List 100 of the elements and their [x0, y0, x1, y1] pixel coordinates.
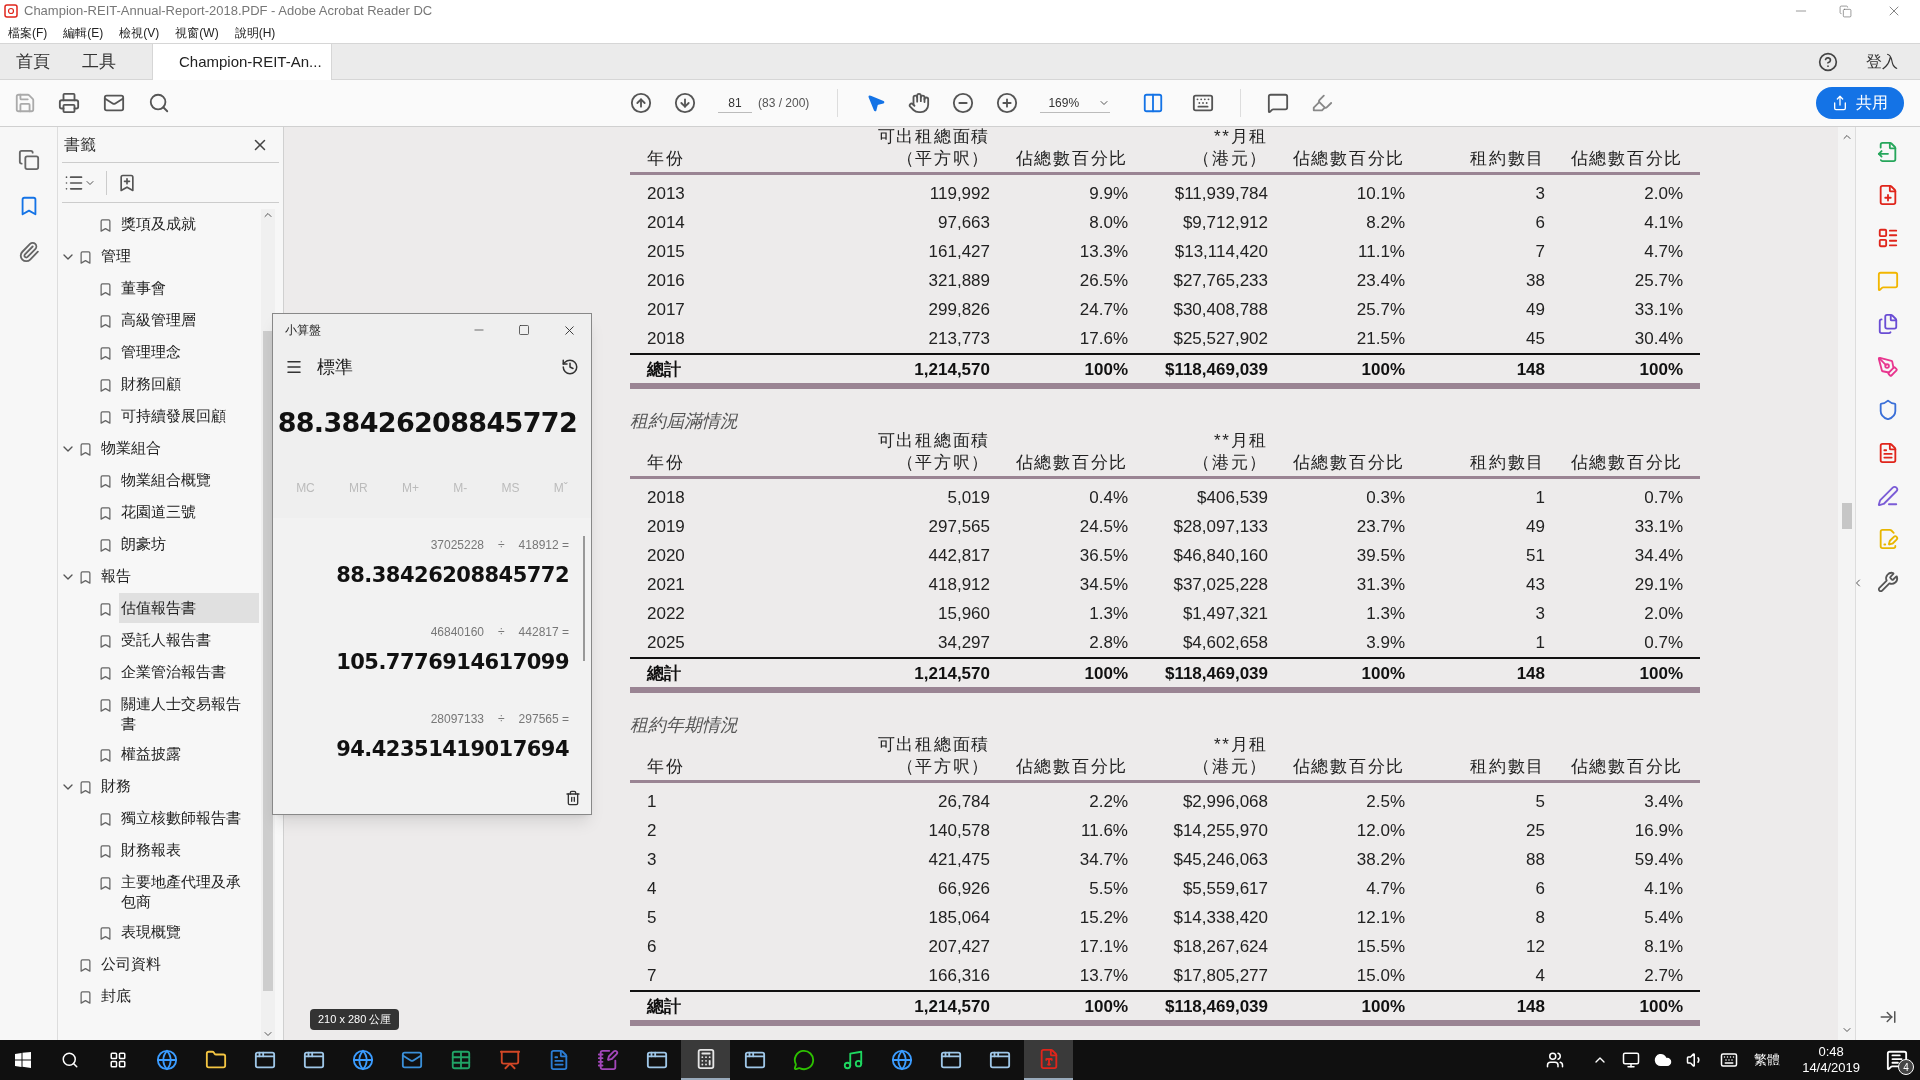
table-cell: 442,817 [928, 547, 990, 564]
bookmark-item[interactable]: 管理理念 [119, 337, 259, 367]
organize-pages-icon[interactable] [1877, 227, 1899, 249]
combine-files-icon[interactable] [1877, 313, 1899, 335]
page-number-field[interactable]: 81 [718, 93, 752, 113]
export-file-icon[interactable] [1877, 141, 1899, 163]
shield-icon[interactable] [1877, 399, 1899, 421]
pages-icon[interactable] [17, 149, 40, 171]
people-icon[interactable] [1546, 1051, 1565, 1069]
history-entry[interactable]: 37025228 ÷ 418912 = 88.38426208845772 [273, 536, 569, 623]
history-entry[interactable]: 28097133 ÷ 297565 = 94.42351419017694 [273, 710, 569, 797]
pdf-file-icon[interactable] [1877, 442, 1899, 464]
paperclip-icon[interactable] [17, 241, 40, 263]
bookmark-item[interactable]: 董事會 [119, 273, 259, 303]
bookmark-item[interactable]: 關連人士交易報告書 [119, 689, 259, 739]
nav-tab[interactable]: 首頁 [0, 44, 66, 79]
table-cell: 12.0% [1356, 822, 1405, 839]
create-file-icon[interactable] [1877, 184, 1899, 206]
bookmark-item[interactable]: 獨立核數師報告書 [119, 803, 259, 833]
maximize-icon[interactable] [518, 324, 530, 336]
menu-item[interactable]: 視窗(W) [175, 23, 219, 42]
bookmark-item[interactable]: 權益披露 [119, 739, 259, 769]
notification-icon[interactable] [1886, 1049, 1908, 1071]
app-logo-icon [4, 4, 18, 18]
mail-icon[interactable] [102, 92, 126, 114]
column-header: 佔總數百分比 [1292, 454, 1405, 471]
bookmark-item[interactable]: 管理 [99, 241, 239, 271]
pointer-icon[interactable] [866, 93, 887, 113]
table-cell: 4 [647, 880, 657, 897]
column-header: 佔總數百分比 [1015, 454, 1128, 471]
bookmark-item[interactable]: 企業管治報告書 [119, 657, 259, 687]
sign-icon[interactable] [1877, 485, 1899, 507]
task-view-icon[interactable] [109, 1051, 127, 1069]
bookmark-icon [98, 600, 113, 618]
scrollbar-thumb[interactable] [263, 331, 273, 991]
total-cell: $118,469,039 [1164, 997, 1268, 1015]
bookmark-item[interactable]: 受託人報告書 [119, 625, 259, 655]
history-entry[interactable]: 46840160 ÷ 442817 = 105.7776914617099 [273, 623, 569, 710]
printer-icon[interactable] [58, 92, 80, 114]
windows-logo-icon[interactable] [15, 1052, 31, 1068]
table-cell: 24.5% [1079, 518, 1128, 535]
presentation-icon [498, 1049, 521, 1071]
table-cell: $406,539 [1197, 489, 1268, 506]
taskbar-button[interactable] [681, 1040, 730, 1080]
menu-item[interactable]: 檢視(V) [119, 23, 160, 42]
previous-page-icon[interactable] [630, 92, 652, 114]
history-icon[interactable] [561, 358, 579, 376]
bookmark-icon [98, 376, 113, 394]
menu-item[interactable]: 說明(H) [234, 23, 276, 42]
column-header: （港元） [1193, 758, 1268, 775]
tools-icon[interactable] [1877, 571, 1899, 593]
menu-item[interactable]: 檔案(F) [8, 23, 48, 42]
menu-item[interactable]: 編輯(E) [63, 23, 104, 42]
bookmark-item[interactable]: 朗豪坊 [119, 529, 259, 559]
search-icon[interactable] [148, 92, 170, 114]
delete-icon[interactable] [565, 790, 581, 806]
history-result: 88.38426208845772 [336, 562, 569, 589]
taskbar-button[interactable] [1024, 1040, 1073, 1080]
bookmark-item[interactable]: 物業組合 [99, 433, 239, 463]
nav-tab[interactable]: 工具 [66, 44, 132, 79]
cloud-icon[interactable] [1654, 1051, 1673, 1069]
table-cell: $25,527,902 [1173, 330, 1268, 347]
table-cell: 33.1% [1634, 301, 1683, 318]
bookmark-item[interactable]: 獎項及成就 [119, 209, 259, 239]
scrollbar-thumb[interactable] [583, 536, 585, 661]
bookmark-item[interactable]: 高級管理層 [119, 305, 259, 335]
hand-icon[interactable] [908, 92, 931, 114]
help-icon[interactable] [1818, 51, 1838, 72]
bookmark-item[interactable]: 報告 [99, 561, 239, 591]
bookmark-item[interactable]: 公司資料 [99, 949, 239, 979]
table-cell: $2,996,068 [1182, 793, 1268, 810]
table-cell: 49 [1526, 301, 1545, 318]
bookmark-item[interactable]: 財務報表 [119, 835, 259, 865]
bookmark-item[interactable]: 可持續發展回顧 [119, 401, 259, 431]
zoom-out-icon[interactable] [952, 92, 975, 114]
pen-icon[interactable] [1877, 356, 1899, 378]
document-tab[interactable]: Champion-REIT-An... [152, 44, 332, 80]
zoom-dropdown[interactable]: 169% [1040, 93, 1111, 113]
menu-icon[interactable] [285, 358, 303, 376]
bookmark-item[interactable]: 物業組合概覽 [119, 465, 259, 495]
zoom-in-icon[interactable] [996, 92, 1019, 114]
search-icon[interactable] [61, 1051, 79, 1069]
table-cell: 213,773 [928, 330, 990, 347]
comment-icon[interactable] [1267, 92, 1290, 114]
bookmark-item[interactable]: 主要地產代理及承包商 [119, 867, 259, 917]
bookmark-item[interactable]: 估值報告書 [119, 593, 259, 623]
next-page-icon[interactable] [674, 92, 696, 114]
bookmark-item[interactable]: 花園道三號 [119, 497, 259, 527]
share-button[interactable]: 共用 [1816, 87, 1904, 119]
scrollbar-thumb[interactable] [1841, 503, 1852, 529]
bookmark-item[interactable]: 財務回顧 [119, 369, 259, 399]
bookmark-item[interactable]: 表現概覽 [119, 917, 259, 947]
operator: ÷ [498, 711, 505, 728]
bookmark-item[interactable]: 封底 [99, 981, 239, 1011]
sign-in-button[interactable]: 登入 [1866, 49, 1898, 74]
collapse-panel-icon[interactable] [1879, 1008, 1897, 1026]
clock[interactable]: 0:48 14/4/2019 [1794, 1044, 1868, 1076]
highlighter-icon[interactable] [1311, 92, 1334, 114]
input-language[interactable]: 繁體 [1754, 1050, 1781, 1070]
bookmark-item[interactable]: 財務 [99, 771, 239, 801]
